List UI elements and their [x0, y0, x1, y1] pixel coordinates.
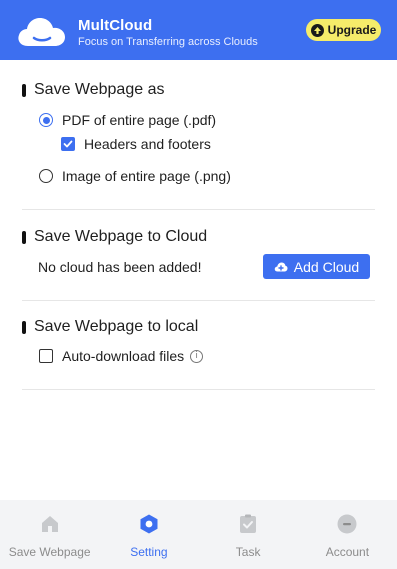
section-title-text: Save Webpage to Cloud — [34, 228, 208, 245]
app-tagline: Focus on Transferring across Clouds — [78, 36, 258, 48]
section-title-text: Save Webpage as — [34, 81, 165, 98]
section-marker — [22, 230, 26, 244]
auto-download-checkbox[interactable] — [39, 349, 53, 363]
cloud-add-icon — [274, 262, 288, 271]
section-divider — [22, 209, 375, 210]
headers-footers-label: Headers and footers — [84, 136, 211, 152]
png-option-label: Image of entire page (.png) — [62, 168, 231, 184]
nav-item-setting[interactable]: Setting — [99, 500, 198, 569]
checkmark-icon — [63, 140, 73, 148]
nav-label: Account — [325, 545, 370, 559]
no-cloud-message: No cloud has been added! — [38, 259, 202, 275]
nav-item-task[interactable]: Task — [199, 500, 298, 569]
header-bar: MultCloud Focus on Transferring across C… — [0, 0, 397, 60]
section-title-text: Save Webpage to local — [34, 318, 199, 335]
pdf-option-label: PDF of entire page (.pdf) — [62, 112, 217, 128]
bottom-nav: Save Webpage Setting Task Account — [0, 500, 397, 569]
pdf-radio[interactable] — [39, 113, 53, 127]
section-divider — [22, 300, 375, 301]
settings-hexagon-icon — [138, 513, 160, 535]
auto-download-option[interactable]: Auto-download files i — [39, 348, 204, 364]
add-cloud-button[interactable]: Add Cloud — [263, 254, 370, 279]
upgrade-arrow-icon — [310, 23, 324, 37]
nav-label: Setting — [130, 545, 168, 559]
section-marker — [22, 83, 26, 97]
upgrade-button[interactable]: Upgrade — [306, 19, 381, 41]
account-icon — [336, 513, 358, 535]
app-brand-name: MultCloud — [78, 17, 153, 34]
info-icon[interactable]: i — [190, 349, 204, 363]
nav-item-account[interactable]: Account — [298, 500, 397, 569]
nav-item-save-webpage[interactable]: Save Webpage — [0, 500, 99, 569]
auto-download-label: Auto-download files — [62, 348, 185, 364]
png-option[interactable]: Image of entire page (.png) — [39, 168, 231, 184]
home-icon — [39, 513, 61, 535]
task-check-icon — [237, 513, 259, 535]
section-title-save-as: Save Webpage as — [22, 81, 164, 99]
nav-label: Task — [235, 545, 261, 559]
section-title-to-cloud: Save Webpage to Cloud — [22, 228, 207, 246]
png-radio[interactable] — [39, 169, 53, 183]
section-title-to-local: Save Webpage to local — [22, 318, 198, 336]
section-marker — [22, 320, 26, 334]
upgrade-label: Upgrade — [327, 23, 377, 37]
nav-label: Save Webpage — [8, 545, 91, 559]
headers-footers-checkbox[interactable] — [61, 137, 75, 151]
cloud-logo-icon — [18, 18, 65, 46]
section-divider — [22, 389, 375, 390]
pdf-option[interactable]: PDF of entire page (.pdf) — [39, 112, 216, 128]
headers-footers-option[interactable]: Headers and footers — [61, 136, 211, 152]
add-cloud-label: Add Cloud — [293, 258, 360, 275]
